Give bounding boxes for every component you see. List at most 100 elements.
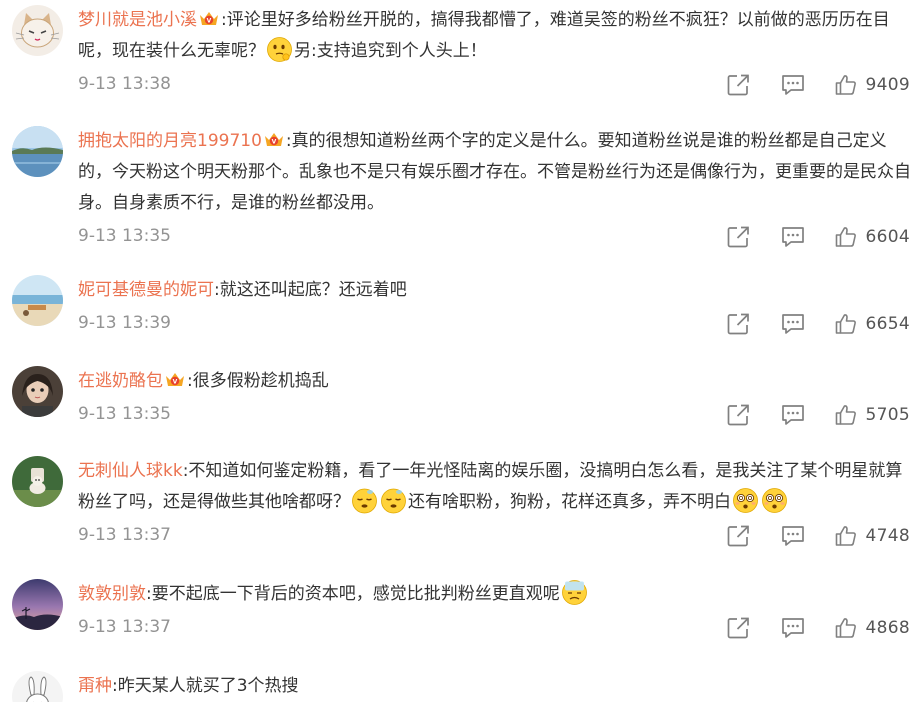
reply-button[interactable]: [780, 73, 806, 97]
comment-content: :不知道如何鉴定粉籍，看了一年光怪陆离的娱乐圈，没搞明白怎么看，是我关注了某个明…: [78, 461, 902, 514]
reply-button[interactable]: [780, 524, 806, 548]
comment-text-segment: :就这还叫起底？还远着吧: [214, 280, 407, 300]
share-button[interactable]: [726, 616, 752, 640]
comment-icon: [780, 616, 806, 640]
avatar[interactable]: [12, 579, 63, 630]
share-button[interactable]: [726, 225, 752, 249]
like-icon: [834, 524, 858, 548]
username-link[interactable]: 拥抱太阳的月亮199710: [78, 131, 262, 151]
reply-button[interactable]: [780, 616, 806, 640]
share-icon: [726, 403, 752, 427]
username-link[interactable]: 在逃奶酪包: [78, 371, 163, 391]
comment-meta: 9-13 13:39 6654: [78, 308, 916, 339]
comment-content: :昨天某人就买了3个热搜: [112, 676, 299, 696]
reply-button[interactable]: [780, 225, 806, 249]
avatar[interactable]: [12, 275, 63, 326]
comment-time: 9-13 13:37: [78, 617, 171, 637]
comment-text: 拥抱太阳的月亮199710 V:真的很想知道粉丝两个字的定义是什么。要知道粉丝说是…: [78, 126, 916, 219]
comment-text: 在逃奶酪包 V :很多假粉趁机捣乱: [78, 366, 916, 397]
comment-actions: 5705: [698, 399, 910, 430]
comment-icon: [780, 225, 806, 249]
comment-body: 无刺仙人球kk:不知道如何鉴定粉籍，看了一年光怪陆离的娱乐圈，没搞明白怎么看，是…: [78, 456, 916, 551]
svg-text:V: V: [272, 139, 277, 146]
comment-time: 9-13 13:38: [78, 74, 171, 94]
comment-text-segment: 还有啥职粉，狗粉，花样还真多，弄不明白: [408, 492, 731, 512]
share-button[interactable]: [726, 73, 752, 97]
like-count: 6604: [865, 226, 910, 247]
comment-content: :要不起底一下背后的资本吧，感觉比批判粉丝更直观呢: [146, 580, 589, 605]
comment-actions: 4748: [698, 520, 910, 551]
comment-time: 9-13 13:35: [78, 404, 171, 424]
comment-list: 梦川就是池小溪 V:评论里好多给粉丝开脱的，搞得我都懵了，难道吴签的粉丝不疯狂？以…: [0, 0, 921, 702]
cat-avatar-image: [12, 5, 63, 56]
comment-content: :就这还叫起底？还远着吧: [214, 280, 407, 300]
comment-meta: 9-13 13:37 4748: [78, 520, 916, 551]
comment-body: 妮可基德曼的妮可:就这还叫起底？还远着吧 9-13 13:39 6654: [78, 275, 916, 339]
like-icon: [834, 616, 858, 640]
comment-actions: 6604: [698, 221, 910, 252]
comment-body: 甭种:昨天某人就买了3个热搜: [78, 671, 916, 702]
svg-text:V: V: [173, 379, 178, 386]
sleepy-emoji: [380, 487, 407, 514]
like-count: 4748: [865, 525, 910, 546]
share-button[interactable]: [726, 403, 752, 427]
like-button[interactable]: 4748: [834, 524, 910, 548]
comment-time: 9-13 13:39: [78, 313, 171, 333]
comment-actions: 4868: [698, 612, 910, 643]
comment-content: V:评论里好多给粉丝开脱的，搞得我都懵了，难道吴签的粉丝不疯狂？以前做的恶历历在…: [78, 8, 890, 63]
like-button[interactable]: 6654: [834, 312, 910, 336]
like-icon: [834, 73, 858, 97]
avatar[interactable]: [12, 366, 63, 417]
dizzy-emoji: [732, 487, 759, 514]
share-icon: [726, 73, 752, 97]
like-button[interactable]: 5705: [834, 403, 910, 427]
comment-actions: 6654: [698, 308, 910, 339]
like-count: 5705: [865, 404, 910, 425]
comment-text: 敦敦别敦:要不起底一下背后的资本吧，感觉比批判粉丝更直观呢: [78, 579, 916, 610]
comment-meta: 9-13 13:38 9409: [78, 69, 916, 100]
comment-body: 梦川就是池小溪 V:评论里好多给粉丝开脱的，搞得我都懵了，难道吴签的粉丝不疯狂？以…: [78, 5, 916, 100]
comment-icon: [780, 73, 806, 97]
comment-text: 甭种:昨天某人就买了3个热搜: [78, 671, 916, 702]
username-link[interactable]: 梦川就是池小溪: [78, 10, 197, 30]
avatar[interactable]: [12, 671, 63, 702]
comment-text-segment: :很多假粉趁机捣乱: [187, 371, 329, 391]
username-link[interactable]: 无刺仙人球kk: [78, 461, 183, 481]
avatar[interactable]: [12, 456, 63, 507]
like-icon: [834, 403, 858, 427]
comment-text-segment: :昨天某人就买了3个热搜: [112, 676, 299, 696]
username-link[interactable]: 妮可基德曼的妮可: [78, 280, 214, 300]
share-icon: [726, 616, 752, 640]
dizzy-emoji: [761, 487, 788, 514]
comment-content: V :很多假粉趁机捣乱: [163, 371, 329, 391]
avatar[interactable]: [12, 5, 63, 56]
like-button[interactable]: 6604: [834, 225, 910, 249]
like-button[interactable]: 9409: [834, 73, 910, 97]
like-button[interactable]: 4868: [834, 616, 910, 640]
share-icon: [726, 312, 752, 336]
avatar[interactable]: [12, 126, 63, 177]
thinking-emoji: [266, 36, 293, 63]
share-icon: [726, 225, 752, 249]
like-icon: [834, 225, 858, 249]
like-count: 9409: [865, 74, 910, 95]
username-link[interactable]: 敦敦别敦: [78, 584, 146, 604]
like-count: 4868: [865, 617, 910, 638]
username-link[interactable]: 甭种: [78, 676, 112, 696]
share-button[interactable]: [726, 524, 752, 548]
comment-icon: [780, 524, 806, 548]
reply-button[interactable]: [780, 312, 806, 336]
bunny-avatar-image: [12, 671, 63, 702]
comment-icon: [780, 403, 806, 427]
crown-vip-icon[interactable]: V: [263, 129, 285, 148]
share-icon: [726, 524, 752, 548]
reply-button[interactable]: [780, 403, 806, 427]
crown-vip-icon[interactable]: V: [198, 8, 220, 27]
comment-time: 9-13 13:35: [78, 226, 171, 246]
share-button[interactable]: [726, 312, 752, 336]
crown-vip-icon[interactable]: V: [164, 369, 186, 388]
girl-avatar-image: [12, 366, 63, 417]
comment-icon: [780, 312, 806, 336]
comment-body: 在逃奶酪包 V :很多假粉趁机捣乱 9-13 13:35 5705: [78, 366, 916, 430]
comment-body: 拥抱太阳的月亮199710 V:真的很想知道粉丝两个字的定义是什么。要知道粉丝说是…: [78, 126, 916, 252]
